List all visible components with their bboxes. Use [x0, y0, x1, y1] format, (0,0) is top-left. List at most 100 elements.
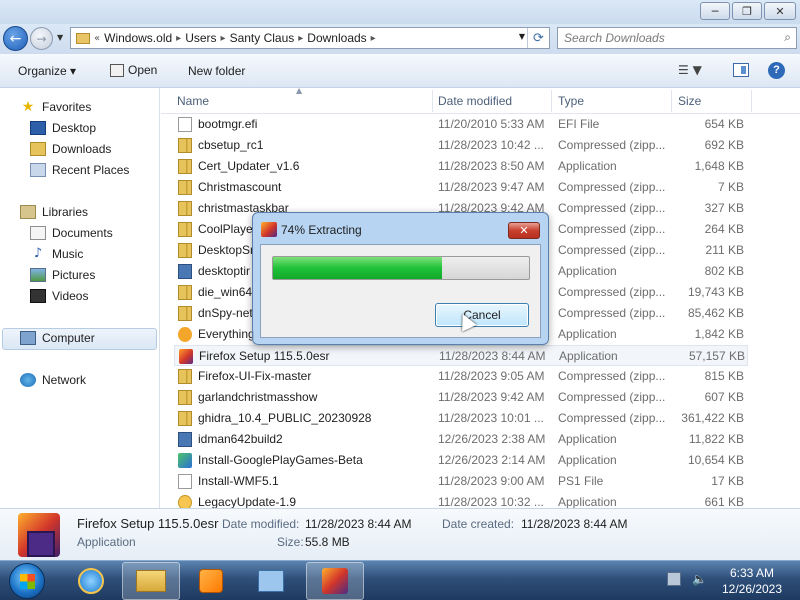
minimize-button[interactable]: ─ — [700, 2, 730, 20]
file-type: Compressed (zipp... — [558, 369, 666, 383]
column-type[interactable]: Type — [558, 94, 584, 108]
breadcrumb-downloads[interactable]: Downloads — [307, 31, 366, 45]
file-row[interactable]: Cert_Updater_v1.6 11/28/2023 8:50 AM Appli… — [174, 156, 748, 177]
file-name: LegacyUpdate-1.9 — [198, 495, 297, 508]
file-date-modified: 11/28/2023 10:42 ... — [438, 138, 544, 152]
recent-pages-dropdown[interactable]: ▼ — [57, 33, 63, 42]
column-divider[interactable] — [751, 90, 752, 112]
preview-pane-icon[interactable] — [733, 63, 749, 77]
start-button[interactable] — [9, 563, 45, 599]
nav-pictures[interactable]: Pictures — [30, 268, 95, 282]
chevron-right-icon[interactable]: ▸ — [371, 33, 376, 44]
taskbar-windows-explorer[interactable] — [122, 562, 180, 600]
taskbar-firefox-setup[interactable] — [306, 562, 364, 600]
nav-desktop[interactable]: Desktop — [30, 121, 96, 135]
maximize-button[interactable]: ❐ — [732, 2, 762, 20]
breadcrumb-windows-old[interactable]: Windows.old — [104, 31, 172, 45]
file-row[interactable]: Firefox-UI-Fix-master 11/28/2023 9:05 AM C… — [174, 366, 748, 387]
column-size[interactable]: Size — [678, 94, 701, 108]
breadcrumb-users[interactable]: Users — [185, 31, 216, 45]
nav-favorites[interactable]: ★ Favorites — [20, 100, 92, 114]
cancel-button[interactable]: Cancel — [435, 303, 529, 327]
help-icon[interactable]: ? — [768, 62, 785, 79]
details-modified-label: Date modified: — [222, 517, 300, 531]
change-view-button[interactable]: ☰ ▼ — [678, 63, 702, 77]
file-row[interactable]: idman642build2 12/26/2023 2:38 AM Applicat… — [174, 429, 748, 450]
nav-libraries[interactable]: Libraries — [20, 205, 88, 219]
forward-button[interactable]: → — [30, 27, 53, 50]
file-row[interactable]: LegacyUpdate-1.9 11/28/2023 10:32 ... Appl… — [174, 492, 748, 508]
details-file-kind: Application — [77, 535, 136, 549]
file-name: DesktopSr — [198, 243, 255, 257]
address-bar[interactable]: « Windows.old ▸ Users ▸ Santy Claus ▸ Do… — [70, 27, 550, 49]
file-row[interactable]: Firefox Setup 115.5.0esr 11/28/2023 8:44 … — [174, 345, 748, 366]
zip-folder-icon — [178, 306, 192, 321]
chevron-right-icon[interactable]: ▸ — [221, 33, 226, 44]
taskbar-clock[interactable]: 6:33 AM 12/26/2023 — [712, 565, 792, 597]
taskbar-media-player[interactable] — [182, 562, 240, 600]
search-placeholder: Search Downloads — [564, 31, 665, 45]
file-type: Application — [558, 495, 617, 508]
action-center-icon[interactable] — [667, 572, 681, 586]
file-name: Install-WMF5.1 — [198, 474, 279, 488]
open-icon — [110, 63, 124, 77]
file-type: Compressed (zipp... — [558, 306, 666, 320]
nav-label: Recent Places — [52, 163, 130, 177]
chevron-right-icon[interactable]: ▸ — [176, 33, 181, 44]
column-name[interactable]: Name — [177, 94, 209, 108]
file-name: Firefox-UI-Fix-master — [198, 369, 312, 383]
column-divider[interactable] — [432, 90, 433, 112]
nav-music[interactable]: ♪ Music — [30, 247, 84, 262]
search-icon[interactable]: ⌕ — [784, 30, 791, 45]
media-player-icon — [199, 569, 223, 593]
zip-folder-icon — [178, 390, 192, 405]
column-date-modified[interactable]: Date modified — [438, 94, 512, 108]
back-button[interactable]: ← — [3, 26, 28, 51]
file-name: Cert_Updater_v1.6 — [198, 159, 300, 173]
file-row[interactable]: Christmascount 11/28/2023 9:47 AM Compress… — [174, 177, 748, 198]
nav-downloads[interactable]: Downloads — [30, 142, 111, 156]
taskbar-internet-explorer[interactable] — [62, 562, 120, 600]
close-button[interactable]: ✕ — [764, 2, 796, 20]
file-row[interactable]: ghidra_10.4_PUBLIC_20230928 11/28/2023 10… — [174, 408, 748, 429]
nav-recent-places[interactable]: Recent Places — [30, 163, 129, 177]
column-divider[interactable] — [551, 90, 552, 112]
file-row[interactable]: Install-WMF5.1 11/28/2023 9:00 AM PS1 File… — [174, 471, 748, 492]
refresh-button[interactable]: ⟳ — [527, 28, 549, 48]
nav-computer[interactable]: Computer — [20, 331, 95, 345]
file-date-modified: 11/28/2023 10:32 ... — [438, 495, 544, 508]
zip-folder-icon — [178, 222, 192, 237]
file-row[interactable]: garlandchristmasshow 11/28/2023 9:42 AM Co… — [174, 387, 748, 408]
zip-folder-icon — [178, 159, 192, 174]
breadcrumb-overflow[interactable]: « — [94, 33, 100, 44]
nav-videos[interactable]: Videos — [30, 289, 88, 303]
dialog-close-button[interactable]: ✕ — [508, 222, 540, 239]
taskbar-control-panel[interactable] — [242, 562, 300, 600]
search-input[interactable]: Search Downloads ⌕ — [557, 27, 797, 49]
file-size: 815 KB — [704, 369, 744, 383]
address-dropdown[interactable]: ▼ — [519, 32, 525, 41]
nav-documents[interactable]: Documents — [30, 226, 113, 240]
nav-label: Documents — [52, 226, 113, 240]
arrow-right-icon: → — [36, 31, 47, 46]
file-row[interactable]: cbsetup_rc1 11/28/2023 10:42 ... Compresse… — [174, 135, 748, 156]
title-bar[interactable]: ─ ❐ ✕ — [0, 0, 800, 26]
chevron-right-icon[interactable]: ▸ — [298, 33, 303, 44]
zip-folder-icon — [178, 201, 192, 216]
file-name: ghidra_10.4_PUBLIC_20230928 — [198, 411, 372, 425]
column-divider[interactable] — [671, 90, 672, 112]
extract-progress-dialog[interactable]: 74% Extracting ✕ Cancel — [252, 212, 549, 345]
new-folder-button[interactable]: New folder — [188, 64, 245, 78]
nav-network[interactable]: Network — [20, 373, 86, 387]
breadcrumb-santy-claus[interactable]: Santy Claus — [230, 31, 295, 45]
organize-button[interactable]: Organize ▾ — [18, 64, 76, 78]
file-row[interactable]: bootmgr.efi 11/20/2010 5:33 AM EFI File 654… — [174, 114, 748, 135]
file-size: 17 KB — [711, 474, 744, 488]
volume-muted-icon[interactable]: 🔈 — [692, 572, 707, 586]
file-row[interactable]: Install-GooglePlayGames-Beta 12/26/2023 2… — [174, 450, 748, 471]
sort-ascending-icon: ▲ — [296, 88, 303, 95]
file-name: idman642build2 — [198, 432, 283, 446]
details-pane: Firefox Setup 115.5.0esr Application Dat… — [0, 508, 800, 560]
open-button[interactable]: Open — [110, 63, 157, 77]
extract-progress-bar — [272, 256, 530, 280]
